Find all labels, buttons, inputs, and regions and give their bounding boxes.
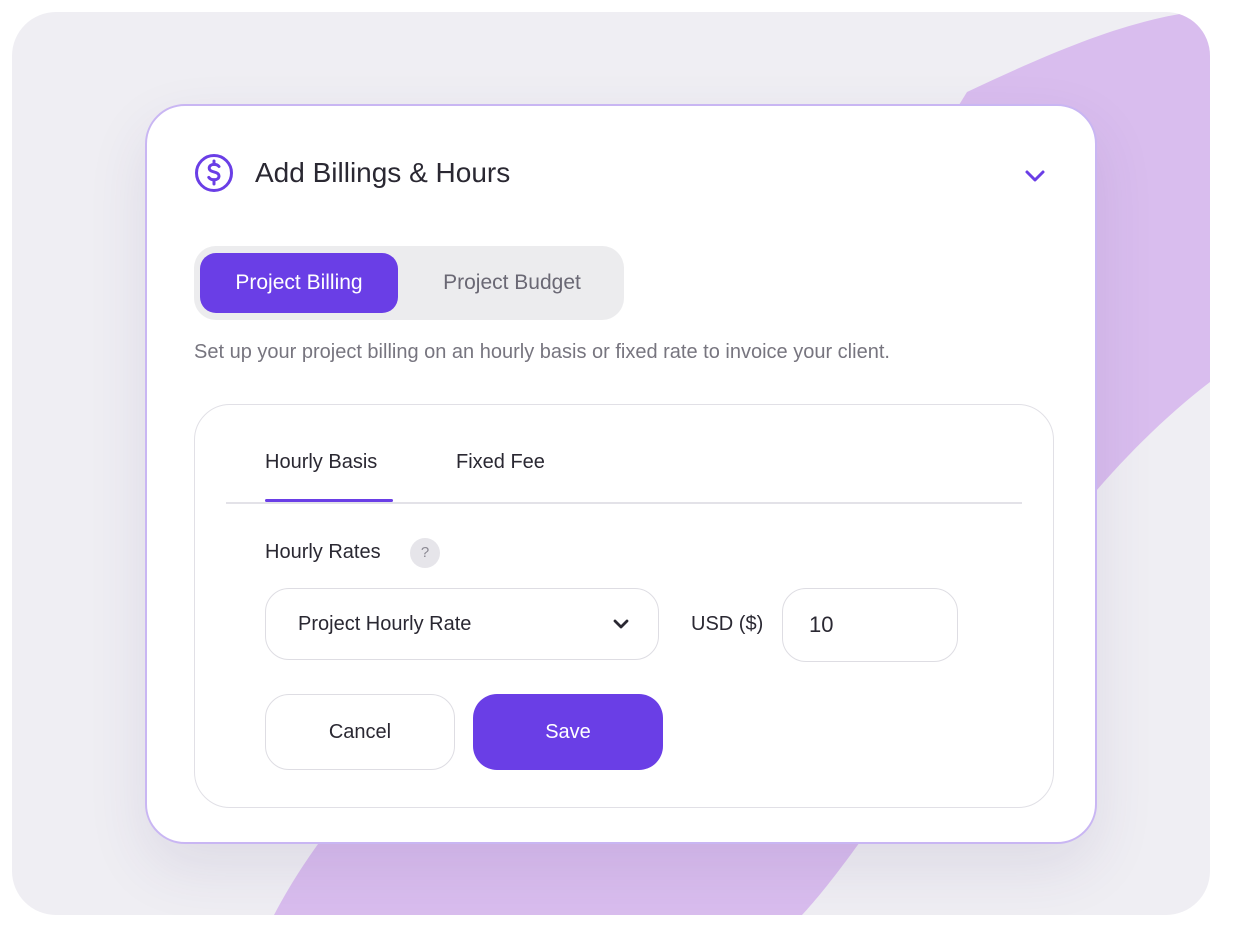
rate-settings-panel: Hourly Basis Fixed Fee Hourly Rates ? Pr… bbox=[194, 404, 1054, 808]
help-icon[interactable]: ? bbox=[410, 538, 440, 568]
billing-type-toggle: Project Billing Project Budget bbox=[194, 246, 624, 320]
currency-label: USD ($) bbox=[691, 613, 764, 635]
cancel-button[interactable]: Cancel bbox=[265, 694, 455, 770]
tab-hourly-basis[interactable]: Hourly Basis bbox=[265, 445, 377, 479]
hourly-rate-select[interactable]: Project Hourly Rate bbox=[265, 588, 659, 660]
tab-divider bbox=[226, 502, 1022, 504]
collapse-button[interactable] bbox=[1019, 160, 1051, 192]
background-stage: Add Billings & Hours Project Billing Pro… bbox=[12, 12, 1210, 915]
rate-amount-input[interactable] bbox=[782, 588, 958, 662]
dollar-circle-icon bbox=[195, 154, 233, 192]
active-tab-indicator bbox=[265, 499, 393, 502]
tab-project-budget[interactable]: Project Budget bbox=[410, 253, 614, 313]
tab-fixed-fee[interactable]: Fixed Fee bbox=[456, 445, 545, 479]
tab-project-billing[interactable]: Project Billing bbox=[200, 253, 398, 313]
billing-description: Set up your project billing on an hourly… bbox=[194, 341, 890, 363]
chevron-down-icon bbox=[613, 619, 629, 629]
card-title: Add Billings & Hours bbox=[255, 157, 511, 188]
save-button[interactable]: Save bbox=[473, 694, 663, 770]
rate-select-value: Project Hourly Rate bbox=[298, 613, 472, 635]
chevron-down-icon bbox=[1025, 170, 1045, 182]
billing-card: Add Billings & Hours Project Billing Pro… bbox=[145, 104, 1097, 844]
hourly-rates-label: Hourly Rates bbox=[265, 541, 381, 563]
